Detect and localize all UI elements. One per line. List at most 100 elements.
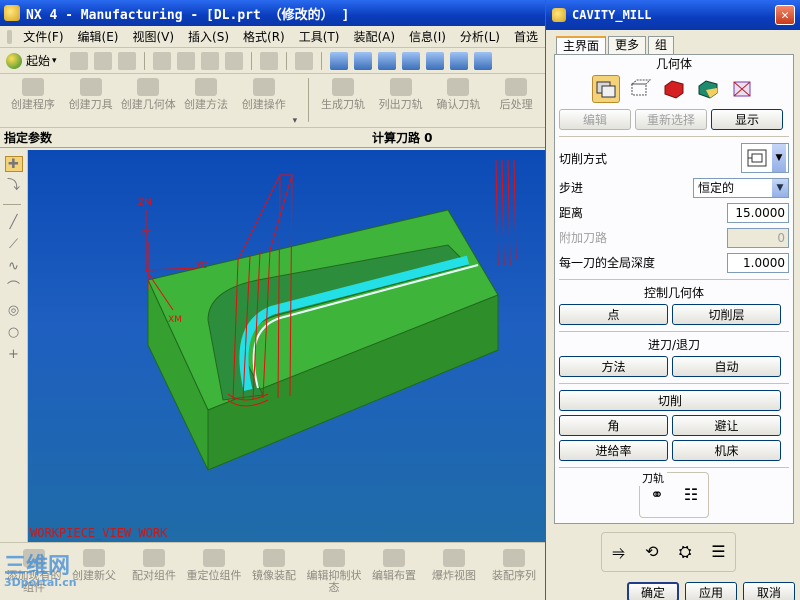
menu-insert[interactable]: 插入(S) (181, 28, 236, 45)
start-button[interactable]: 起始 ▾ (6, 52, 57, 69)
edit-geometry-button[interactable]: 编辑 (559, 109, 631, 130)
automatic-button[interactable]: 自动 (672, 356, 781, 377)
geometry-icons (555, 75, 793, 103)
reposition-component-icon (203, 549, 225, 567)
circle-center-icon[interactable]: ◎ (5, 303, 23, 319)
cut-levels-button[interactable]: 切削层 (672, 304, 781, 325)
create-parent-icon (83, 549, 105, 567)
tab-groups[interactable]: 组 (648, 36, 675, 54)
menu-view[interactable]: 视图(V) (125, 28, 181, 45)
create-operation-button[interactable]: 创建操作 (235, 78, 293, 111)
point-icon[interactable]: + (5, 347, 23, 363)
ok-button[interactable]: 确定 (627, 582, 679, 600)
cutting-button[interactable]: 切削 (559, 390, 781, 411)
open-file-icon[interactable] (93, 51, 112, 70)
line-icon[interactable]: ╱ (5, 215, 23, 231)
toolpath-list-icon[interactable]: ☷ (678, 483, 704, 507)
tab-more[interactable]: 更多 (608, 36, 647, 54)
cut-method-select[interactable]: ▼ (741, 143, 789, 173)
feeds-button[interactable]: 进给率 (559, 440, 668, 461)
method-button[interactable]: 方法 (559, 356, 668, 377)
arc-icon[interactable]: ⌒ (5, 281, 23, 297)
mate-component-button[interactable]: 配对组件 (124, 549, 184, 600)
point-button[interactable]: 点 (559, 304, 668, 325)
create-geometry-button[interactable]: 创建几何体 (119, 78, 177, 111)
paste-icon[interactable] (200, 51, 219, 70)
depth-per-cut-input[interactable]: 1.0000 (727, 252, 789, 273)
generate-toolpath-button[interactable]: 生成刀轨 (314, 78, 372, 111)
toolpath-display-icon[interactable]: ⚭ (644, 483, 670, 507)
main-titlebar: NX 4 - Manufacturing - [DL.prt （修改的） ] (0, 0, 545, 26)
magnify-icon[interactable] (401, 51, 420, 70)
axis-label-zm: ZM (138, 198, 152, 208)
postprocess-button[interactable]: 后处理 (487, 78, 545, 111)
blank-geometry-icon[interactable] (660, 75, 688, 103)
separator (320, 51, 322, 70)
create-method-button[interactable]: 创建方法 (177, 78, 235, 111)
verify-toolpath-button[interactable]: 确认刀轨 (430, 78, 488, 111)
machine-button[interactable]: 机床 (672, 440, 781, 461)
geometry-group-icon[interactable] (592, 75, 620, 103)
generate-icon[interactable]: ⥤ (607, 540, 631, 564)
cancel-button[interactable]: 取消 (743, 582, 795, 600)
line-pt-icon[interactable]: ⟋ (5, 237, 23, 253)
rotate-icon[interactable] (425, 51, 444, 70)
reposition-component-button[interactable]: 重定位组件 (184, 549, 244, 600)
zoom-icon[interactable] (353, 51, 372, 70)
menu-format[interactable]: 格式(R) (236, 28, 292, 45)
corner-button[interactable]: 角 (559, 415, 668, 436)
circle-icon[interactable]: ○ (5, 325, 23, 341)
create-method-label: 创建方法 (184, 98, 229, 111)
distance-label: 距离 (559, 206, 584, 220)
shaded-view-icon[interactable] (473, 51, 492, 70)
save-icon[interactable] (117, 51, 136, 70)
snap-icon[interactable]: ⤵ (5, 178, 23, 194)
check-geometry-icon[interactable] (694, 75, 722, 103)
tab-main[interactable]: 主界面 (556, 36, 607, 54)
toolbar-overflow-icon[interactable]: ▾ (293, 116, 298, 126)
stepover-select[interactable]: 恒定的 ▼ (693, 177, 789, 198)
reselect-button[interactable]: 重新选择 (635, 109, 707, 130)
copy-icon[interactable] (176, 51, 195, 70)
menu-tools[interactable]: 工具(T) (292, 28, 347, 45)
avoidance-button[interactable]: 避让 (672, 415, 781, 436)
mirror-assembly-button[interactable]: 镜像装配 (244, 549, 304, 600)
fit-view-icon[interactable] (329, 51, 348, 70)
menu-info[interactable]: 信息(I) (402, 28, 453, 45)
postprocess-label: 后处理 (499, 98, 533, 111)
delete-icon[interactable] (224, 51, 243, 70)
apply-button[interactable]: 应用 (685, 582, 737, 600)
edit-arrangement-button[interactable]: 编辑布置 (364, 549, 424, 600)
pan-icon[interactable] (449, 51, 468, 70)
extra-paths-input[interactable]: 0 (727, 227, 789, 248)
distance-input[interactable]: 15.0000 (727, 202, 789, 223)
create-geometry-label: 创建几何体 (120, 98, 176, 111)
menu-edit[interactable]: 编辑(E) (71, 28, 126, 45)
graphics-viewport[interactable]: ZM ZC YC XM WORKPIECE_VIEW WORK (28, 150, 545, 542)
zoom-box-icon[interactable] (377, 51, 396, 70)
spline-icon[interactable]: ∿ (5, 259, 23, 275)
undo-icon[interactable] (259, 51, 278, 70)
cut-icon[interactable] (152, 51, 171, 70)
create-program-button[interactable]: 创建程序 (4, 78, 62, 111)
assembly-sequence-button[interactable]: 装配序列 (484, 549, 544, 600)
exploded-view-button[interactable]: 爆炸视图 (424, 549, 484, 600)
verify-icon[interactable]: ⛭ (673, 540, 697, 564)
new-file-icon[interactable] (69, 51, 88, 70)
replay-icon[interactable]: ⟲ (640, 540, 664, 564)
create-tool-button[interactable]: 创建刀具 (62, 78, 120, 111)
menu-analysis[interactable]: 分析(L) (453, 28, 507, 45)
selection-filter-icon[interactable]: ✚ (4, 156, 23, 172)
select-icon[interactable] (294, 51, 313, 70)
list-icon[interactable]: ☰ (706, 540, 730, 564)
cutting-row: 切削 (555, 388, 793, 413)
part-geometry-icon[interactable] (626, 75, 654, 103)
display-button[interactable]: 显示 (711, 109, 783, 130)
close-icon[interactable]: ✕ (775, 5, 795, 25)
menu-preferences[interactable]: 首选 (507, 28, 545, 45)
menu-file[interactable]: 文件(F) (16, 28, 70, 45)
trim-geometry-icon[interactable] (728, 75, 756, 103)
menu-assembly[interactable]: 装配(A) (346, 28, 402, 45)
edit-suppression-button[interactable]: 编辑抑制状态 (304, 549, 364, 600)
list-toolpath-button[interactable]: 列出刀轨 (372, 78, 430, 111)
